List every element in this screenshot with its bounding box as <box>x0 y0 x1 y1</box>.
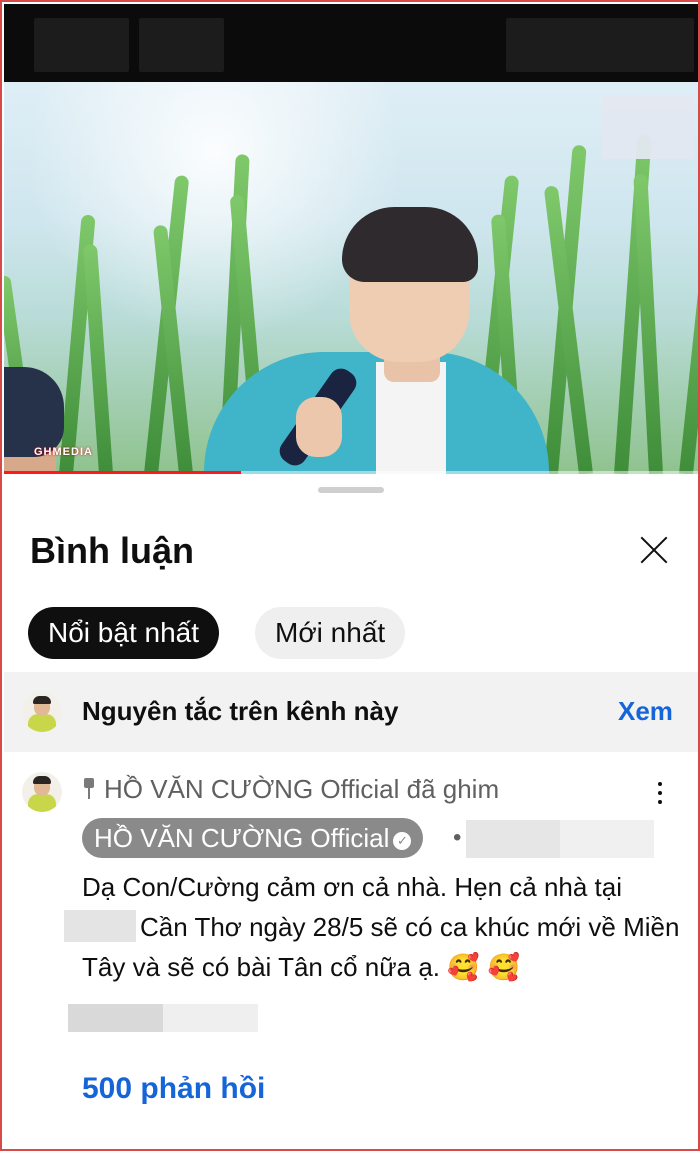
performer-hair <box>342 207 478 282</box>
filter-top-comments[interactable]: Nổi bật nhất <box>28 607 219 659</box>
redacted-watermark <box>602 95 694 159</box>
redacted-block <box>506 18 694 72</box>
video-brand-logo: GHMEDIA <box>34 446 93 458</box>
redacted-block <box>139 18 224 72</box>
redacted-block <box>34 18 129 72</box>
top-bar <box>4 4 698 82</box>
filter-newest[interactable]: Mới nhất <box>255 607 406 659</box>
comment-author-badge[interactable]: HỒ VĂN CƯỜNG Official ✓ <box>82 818 424 858</box>
comment-text-part1: Dạ Con/Cường cảm ơn cả nhà. Hẹn cả nhà t… <box>82 872 623 902</box>
channel-avatar <box>22 692 62 732</box>
guidelines-text: Nguyên tắc trên kênh này <box>82 696 399 726</box>
pin-icon <box>82 778 96 800</box>
redacted-like-bar <box>68 1004 258 1032</box>
guidelines-view-link[interactable]: Xem <box>618 696 673 727</box>
performer-hand <box>296 397 342 457</box>
redacted-timestamp <box>466 820 654 858</box>
close-icon[interactable] <box>634 530 674 570</box>
video-player[interactable]: GHMEDIA <box>4 82 698 474</box>
pinned-by-text: HỒ VĂN CƯỜNG Official đã ghim <box>104 774 500 804</box>
verified-check-icon: ✓ <box>393 832 412 850</box>
channel-guidelines-row[interactable]: Nguyên tắc trên kênh này Xem <box>4 672 698 752</box>
comment-author-name: HỒ VĂN CƯỜNG Official <box>94 823 390 853</box>
comments-title: Bình luận <box>30 530 194 571</box>
more-vert-icon[interactable] <box>652 780 668 808</box>
drag-handle[interactable] <box>318 487 384 493</box>
grass-blade <box>679 214 698 474</box>
comment-author-avatar[interactable] <box>22 772 62 812</box>
comments-sheet: Bình luận Nổi bật nhất Mới nhất Nguyên t… <box>4 474 698 1149</box>
screenshot-frame: GHMEDIA Bình luận Nổi bật nhất Mới nhất … <box>0 0 700 1151</box>
meta-separator: • <box>453 824 462 851</box>
pinned-label: HỒ VĂN CƯỜNG Official đã ghim <box>82 774 499 805</box>
smiling-hearts-emoji: 🥰 🥰 <box>447 953 521 983</box>
comment-text: Dạ Con/Cường cảm ơn cả nhà. Hẹn cả nhà t… <box>64 867 682 988</box>
view-replies-button[interactable]: 500 phản hồi <box>82 1072 265 1106</box>
redacted-word <box>64 910 136 942</box>
comment-text-part2: Cần Thơ ngày 28/5 sẽ có ca khúc mới về M… <box>82 912 680 982</box>
